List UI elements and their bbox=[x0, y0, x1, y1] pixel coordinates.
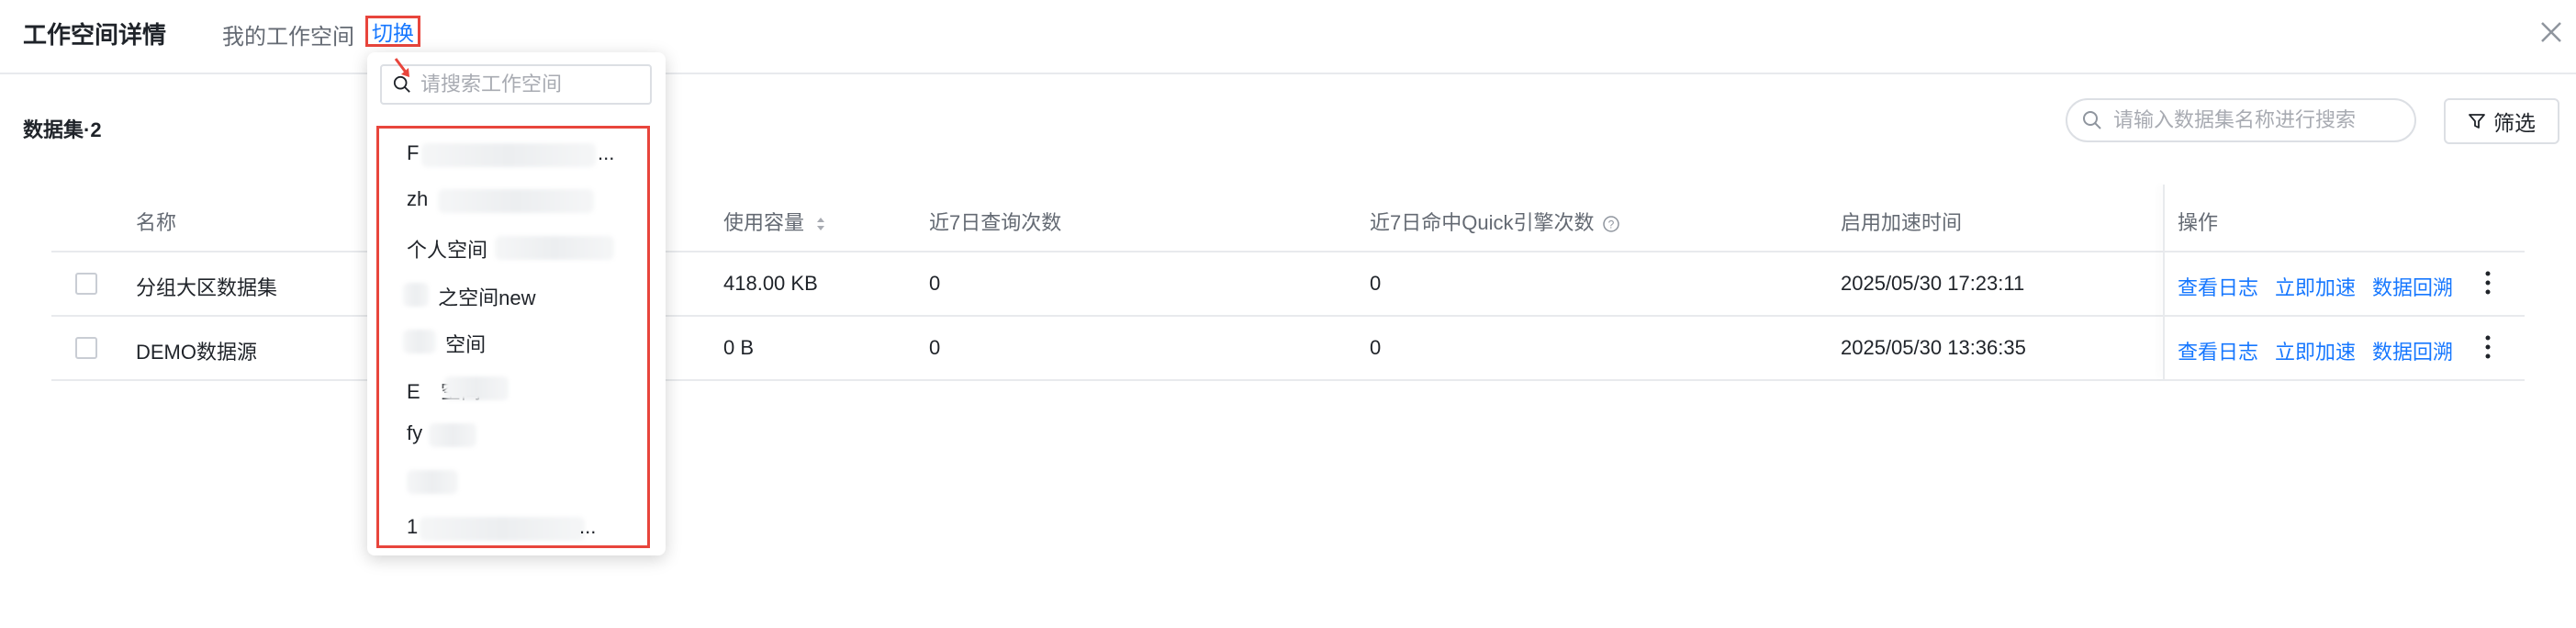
filter-label: 筛选 bbox=[2493, 111, 2536, 135]
annotation-arrow-icon bbox=[394, 58, 409, 77]
row-name[interactable]: DEMO数据源 bbox=[136, 336, 257, 365]
view-log-link[interactable]: 查看日志 bbox=[2178, 272, 2258, 301]
row-quick-hits: 0 bbox=[1370, 272, 1382, 295]
workspace-switch-dropdown: F ... zh 个人空间 之空间new 空间 E 空间 fy bbox=[367, 52, 666, 555]
workspace-item-label: 1 bbox=[407, 515, 419, 538]
dataset-count: 数据集·2 bbox=[23, 118, 102, 141]
workspace-item-label: 个人空间 bbox=[407, 239, 488, 262]
row-capacity: 0 B bbox=[723, 336, 755, 359]
redacted-text bbox=[438, 189, 594, 213]
row-quick-hits: 0 bbox=[1370, 336, 1382, 359]
more-icon[interactable] bbox=[2482, 269, 2493, 297]
workspace-item[interactable]: 空间 bbox=[403, 328, 487, 358]
workspace-item[interactable]: 之空间new bbox=[403, 281, 536, 311]
workspace-item-label: fy bbox=[407, 421, 423, 444]
row-accel-time: 2025/05/30 13:36:35 bbox=[1841, 336, 2026, 359]
switch-workspace-link[interactable]: 切换 bbox=[365, 16, 420, 47]
close-icon[interactable] bbox=[2537, 18, 2565, 46]
workspace-item-label: zh bbox=[407, 187, 429, 210]
filter-icon bbox=[2469, 114, 2485, 129]
sort-icon[interactable] bbox=[815, 216, 826, 232]
column-accel-time: 启用加速时间 bbox=[1841, 211, 1963, 234]
workspace-item[interactable]: 个人空间 bbox=[407, 234, 614, 264]
column-quick-hits: 近7日命中Quick引擎次数 ? bbox=[1370, 207, 1620, 236]
workspace-item[interactable]: F ... bbox=[407, 141, 614, 167]
switch-label[interactable]: 切换 bbox=[372, 16, 414, 47]
redacted-text bbox=[420, 517, 585, 541]
workspace-item-label: 之空间new bbox=[438, 286, 536, 309]
workspace-item[interactable]: zh bbox=[407, 187, 594, 213]
workspace-item[interactable]: 1 ... bbox=[407, 515, 596, 541]
svg-text:?: ? bbox=[1607, 219, 1614, 231]
search-icon bbox=[2083, 111, 2101, 129]
ellipsis: ... bbox=[598, 141, 615, 164]
filter-button[interactable]: 筛选 bbox=[2444, 98, 2559, 144]
redacted-text bbox=[495, 236, 614, 260]
workspace-item-label: 空间 bbox=[445, 333, 487, 356]
redacted-text bbox=[403, 283, 429, 307]
page-title: 工作空间详情 bbox=[23, 21, 167, 49]
row-queries: 0 bbox=[929, 272, 941, 295]
column-name: 名称 bbox=[136, 211, 177, 234]
row-accel-time: 2025/05/30 17:23:11 bbox=[1841, 272, 2025, 295]
redacted-text bbox=[421, 143, 596, 167]
accelerate-now-link[interactable]: 立即加速 bbox=[2275, 336, 2356, 365]
workspace-item-label: F bbox=[407, 141, 420, 164]
redacted-text bbox=[407, 470, 458, 494]
column-capacity[interactable]: 使用容量 bbox=[723, 207, 826, 236]
data-backfill-link[interactable]: 数据回溯 bbox=[2372, 272, 2453, 301]
redacted-text bbox=[429, 423, 476, 447]
workspace-item[interactable]: E 空间 bbox=[407, 375, 509, 405]
data-backfill-link[interactable]: 数据回溯 bbox=[2372, 336, 2453, 365]
workspace-list: F ... zh 个人空间 之空间new 空间 E 空间 fy bbox=[376, 126, 650, 548]
row-checkbox[interactable] bbox=[75, 337, 97, 359]
ellipsis: ... bbox=[579, 515, 597, 538]
accelerate-now-link[interactable]: 立即加速 bbox=[2275, 272, 2356, 301]
actions-column-divider bbox=[2163, 185, 2165, 379]
workspace-item[interactable]: fy bbox=[407, 421, 476, 447]
dataset-search-input[interactable] bbox=[2111, 107, 2400, 133]
workspace-search-input[interactable] bbox=[419, 72, 643, 97]
row-name[interactable]: 分组大区数据集 bbox=[136, 272, 277, 301]
row-capacity: 418.00 KB bbox=[723, 272, 818, 295]
view-log-link[interactable]: 查看日志 bbox=[2178, 336, 2258, 365]
column-actions: 操作 bbox=[2178, 211, 2219, 234]
redacted-text bbox=[403, 330, 436, 353]
workspace-search[interactable] bbox=[380, 64, 652, 105]
column-queries: 近7日查询次数 bbox=[929, 211, 1062, 234]
workspace-item-label: E bbox=[407, 380, 420, 403]
row-queries: 0 bbox=[929, 336, 941, 359]
dataset-search[interactable] bbox=[2066, 98, 2416, 142]
column-capacity-label: 使用容量 bbox=[723, 211, 805, 234]
help-icon[interactable]: ? bbox=[1602, 215, 1620, 233]
column-quick-hits-label: 近7日命中Quick引擎次数 bbox=[1370, 211, 1595, 234]
more-icon[interactable] bbox=[2482, 333, 2493, 361]
row-checkbox[interactable] bbox=[75, 273, 97, 295]
redacted-text bbox=[443, 376, 509, 400]
my-workspace-label: 我的工作空间 bbox=[222, 25, 354, 50]
